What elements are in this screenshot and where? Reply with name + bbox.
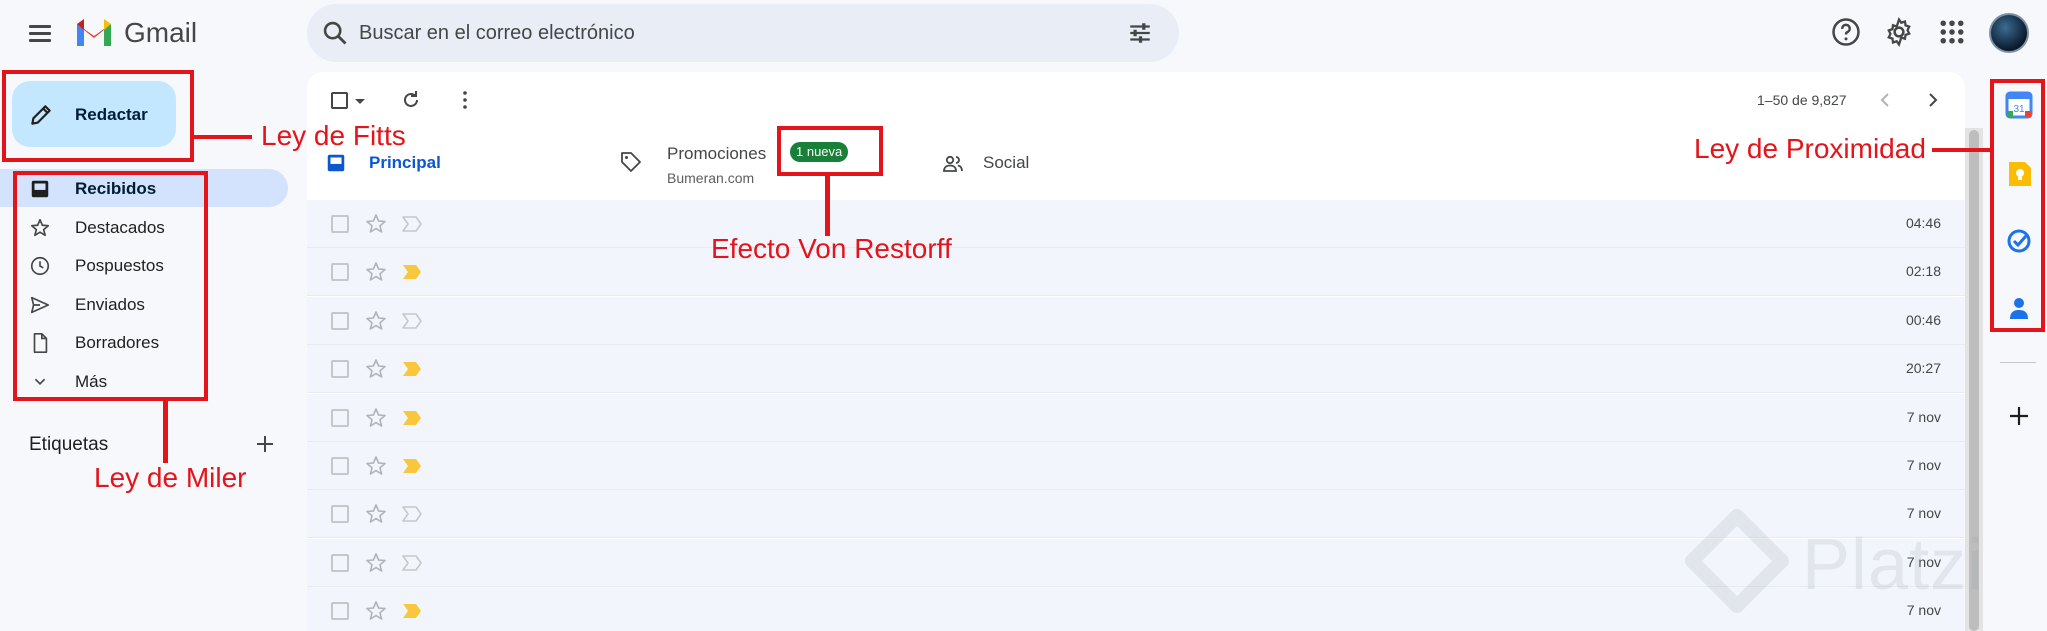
annotation-line-restorff bbox=[825, 176, 830, 236]
importance-marker-icon[interactable] bbox=[401, 215, 423, 233]
row-checkbox[interactable] bbox=[331, 553, 349, 572]
people-icon bbox=[943, 155, 963, 172]
table-row[interactable]: 7 nov bbox=[307, 442, 1965, 490]
refresh-icon[interactable] bbox=[399, 88, 423, 112]
next-page-chevron-right-icon[interactable] bbox=[1921, 88, 1945, 112]
annotation-line-fitts bbox=[194, 135, 252, 139]
importance-marker-icon[interactable] bbox=[401, 263, 423, 281]
tab-principal-label: Principal bbox=[369, 153, 441, 172]
prev-page-chevron-left-icon[interactable] bbox=[1873, 88, 1897, 112]
table-row[interactable]: 02:18 bbox=[307, 248, 1965, 297]
add-addon-plus-icon[interactable] bbox=[2007, 404, 2031, 428]
row-checkbox[interactable] bbox=[331, 602, 349, 621]
star-icon[interactable] bbox=[364, 212, 388, 236]
settings-gear-icon[interactable] bbox=[1884, 17, 1914, 47]
add-label-icon[interactable] bbox=[253, 432, 277, 456]
labels-header: Etiquetas bbox=[29, 434, 109, 455]
inbox-icon bbox=[327, 154, 345, 172]
annotation-box-proximity bbox=[1990, 79, 2045, 332]
star-icon[interactable] bbox=[364, 406, 388, 430]
tag-icon bbox=[621, 152, 641, 172]
star-icon[interactable] bbox=[364, 357, 388, 381]
row-checkbox[interactable] bbox=[331, 457, 349, 475]
table-row[interactable]: 7 nov bbox=[307, 393, 1965, 442]
search-bar[interactable] bbox=[307, 4, 1179, 62]
gmail-logo-icon[interactable] bbox=[74, 16, 114, 48]
importance-marker-icon[interactable] bbox=[401, 409, 423, 427]
help-icon[interactable] bbox=[1831, 17, 1861, 47]
star-icon[interactable] bbox=[364, 260, 388, 284]
row-time: 7 nov bbox=[1906, 408, 1941, 425]
select-menu-chevron-icon[interactable] bbox=[355, 99, 365, 104]
table-row[interactable]: 04:46 bbox=[307, 200, 1965, 248]
row-checkbox[interactable] bbox=[331, 505, 349, 524]
watermark-text: Platzi bbox=[1802, 525, 1985, 605]
top-bar: Gmail bbox=[0, 0, 2047, 66]
star-icon[interactable] bbox=[364, 599, 388, 623]
importance-marker-icon[interactable] bbox=[401, 505, 423, 523]
importance-marker-icon[interactable] bbox=[401, 457, 423, 475]
tab-promociones-label: Promociones bbox=[667, 144, 767, 163]
annotation-box-miller bbox=[13, 171, 208, 401]
table-row[interactable]: 00:46 bbox=[307, 296, 1965, 345]
row-time: 02:18 bbox=[1905, 263, 1941, 280]
search-icon[interactable] bbox=[321, 19, 349, 47]
importance-marker-icon[interactable] bbox=[401, 312, 423, 330]
apps-grid-icon[interactable] bbox=[1937, 17, 1967, 47]
star-icon[interactable] bbox=[364, 502, 388, 526]
search-filter-icon[interactable] bbox=[1127, 20, 1153, 46]
annotation-label-proximity: Ley de Proximidad bbox=[1694, 133, 1926, 164]
table-row[interactable]: 20:27 bbox=[307, 345, 1965, 394]
star-icon[interactable] bbox=[364, 551, 388, 575]
row-time: 04:46 bbox=[1905, 215, 1941, 231]
platzi-watermark: Platzi bbox=[1682, 508, 2012, 618]
annotation-line-proximity bbox=[1932, 148, 1990, 152]
row-checkbox[interactable] bbox=[331, 263, 349, 282]
importance-marker-icon[interactable] bbox=[401, 360, 423, 378]
row-checkbox[interactable] bbox=[331, 311, 349, 330]
importance-marker-icon[interactable] bbox=[401, 554, 423, 572]
row-checkbox[interactable] bbox=[331, 215, 349, 233]
annotation-label-fitts: Ley de Fitts bbox=[261, 120, 406, 151]
star-icon[interactable] bbox=[364, 309, 388, 333]
annotation-box-restorff bbox=[777, 126, 883, 176]
annotation-box-fitts bbox=[2, 70, 194, 162]
tab-promociones-subtitle: Bumeran.com bbox=[667, 170, 755, 186]
select-all-checkbox[interactable] bbox=[331, 92, 348, 109]
importance-marker-icon[interactable] bbox=[401, 602, 423, 620]
star-icon[interactable] bbox=[364, 454, 388, 478]
row-checkbox[interactable] bbox=[331, 408, 349, 427]
search-input[interactable] bbox=[359, 18, 1059, 48]
row-time: 20:27 bbox=[1905, 360, 1941, 377]
row-time: 00:46 bbox=[1905, 311, 1941, 328]
main-menu-icon[interactable] bbox=[27, 20, 53, 46]
platzi-logo-icon bbox=[1685, 509, 1789, 613]
tab-social[interactable]: Social bbox=[937, 130, 1233, 198]
app-name: Gmail bbox=[124, 17, 198, 48]
tab-social-label: Social bbox=[983, 153, 1030, 172]
row-time: 7 nov bbox=[1906, 457, 1941, 473]
annotation-label-miller: Ley de Miler bbox=[94, 462, 247, 493]
annotation-label-restorff: Efecto Von Restorff bbox=[711, 233, 952, 264]
row-checkbox[interactable] bbox=[331, 360, 349, 379]
account-avatar[interactable] bbox=[1989, 13, 2029, 53]
annotation-line-miller bbox=[163, 401, 168, 463]
side-panel-divider bbox=[2000, 362, 2036, 363]
more-options-icon[interactable] bbox=[453, 88, 477, 112]
pagination-text: 1–50 de 9,827 bbox=[1757, 92, 1847, 108]
